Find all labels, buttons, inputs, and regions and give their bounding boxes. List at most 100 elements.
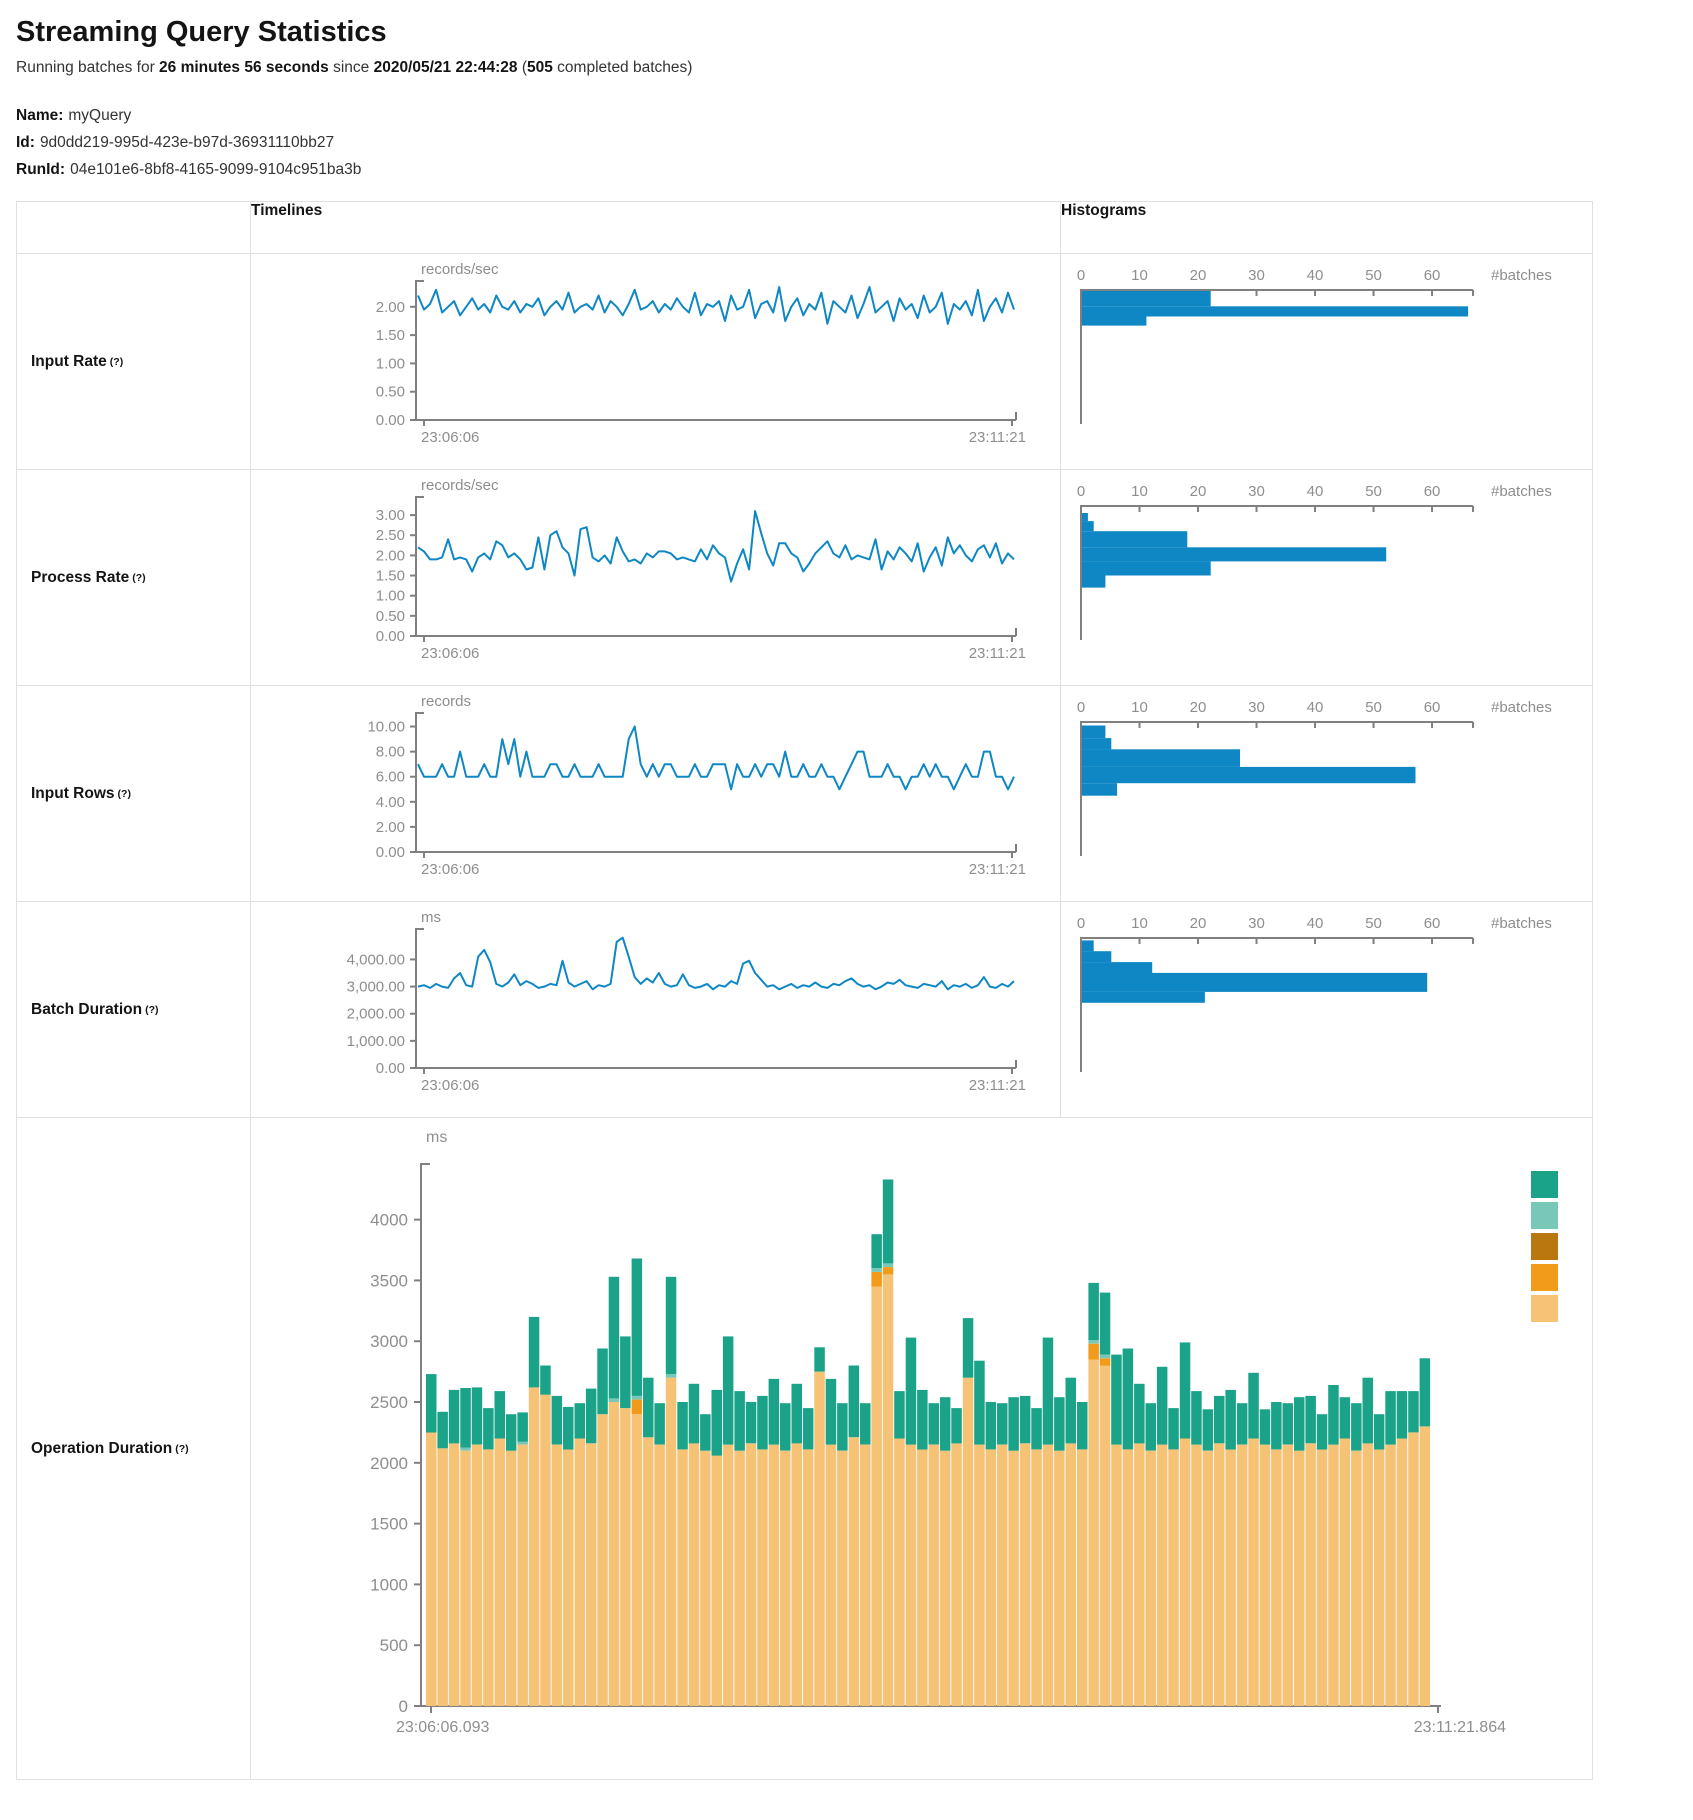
stacked-bar-segment bbox=[894, 1439, 905, 1707]
process-rate-histogram-cell: 0102030405060#batches bbox=[1061, 470, 1593, 686]
stacked-bar-segment bbox=[929, 1403, 940, 1444]
stacked-bar-segment bbox=[780, 1451, 791, 1706]
stacked-bar-segment bbox=[860, 1403, 871, 1444]
histogram-bar bbox=[1082, 726, 1105, 739]
stacked-bar-segment bbox=[1385, 1391, 1396, 1445]
stacked-bar-segment bbox=[1305, 1396, 1316, 1443]
stacked-bar-segment bbox=[609, 1277, 620, 1399]
stacked-bar-segment bbox=[575, 1403, 586, 1438]
stacked-bar-segment bbox=[632, 1414, 643, 1706]
stacked-bar-segment bbox=[1237, 1445, 1248, 1706]
histogram-bar bbox=[1082, 531, 1187, 547]
stacked-bar-segment bbox=[837, 1451, 848, 1706]
stacked-bar-segment bbox=[1054, 1397, 1065, 1451]
histogram-bar bbox=[1082, 547, 1386, 561]
query-runid-line: RunId:04e101e6-8bf8-4165-9099-9104c951ba… bbox=[16, 161, 1693, 179]
stacked-bar-segment bbox=[1146, 1403, 1157, 1450]
query-id-line: Id:9d0dd219-995d-423e-b97d-36931110bb27 bbox=[16, 134, 1693, 152]
histogram-bar bbox=[1082, 951, 1111, 962]
process-rate-histogram-chart: 0102030405060#batches bbox=[1061, 470, 1593, 685]
stacked-bar-segment bbox=[826, 1445, 837, 1706]
y-tick-label: 2.00 bbox=[376, 547, 405, 564]
stacked-bar-segment bbox=[1020, 1443, 1031, 1706]
stacked-bar-segment bbox=[1008, 1397, 1019, 1451]
help-icon[interactable]: (?) bbox=[175, 1443, 188, 1455]
x-tick-label: 0 bbox=[1077, 699, 1085, 716]
metric-label-text: Operation Duration bbox=[31, 1440, 172, 1458]
stacked-bar-segment bbox=[849, 1437, 860, 1706]
y-tick-label: 0.00 bbox=[376, 628, 405, 645]
help-icon[interactable]: (?) bbox=[118, 788, 131, 800]
stacked-bar-segment bbox=[666, 1374, 677, 1378]
stacked-bar-segment bbox=[871, 1234, 882, 1268]
stacked-bar-segment bbox=[1374, 1449, 1385, 1706]
stacked-bar-segment bbox=[746, 1402, 757, 1443]
stacked-bar-segment bbox=[1385, 1445, 1396, 1706]
stacked-bar-segment bbox=[1134, 1384, 1145, 1444]
metric-label-text: Batch Duration bbox=[31, 1001, 142, 1019]
unit-label: ms bbox=[421, 909, 441, 926]
stacked-bar-segment bbox=[1088, 1360, 1099, 1707]
stacked-bar-segment bbox=[1340, 1397, 1351, 1438]
stacked-bar-segment bbox=[620, 1336, 631, 1408]
stacked-bar-segment bbox=[1168, 1408, 1179, 1449]
help-icon[interactable]: (?) bbox=[132, 572, 145, 584]
y-axis: 2.001.501.000.500.00 bbox=[376, 280, 424, 429]
stacked-bar-segment bbox=[1100, 1293, 1111, 1355]
stacked-bar-segment bbox=[506, 1451, 517, 1706]
stacked-bar-segment bbox=[1225, 1390, 1236, 1450]
stacked-bar-segment bbox=[1157, 1367, 1168, 1445]
stacked-bar-segment bbox=[780, 1403, 791, 1450]
input-rows-timeline-cell: records10.008.006.004.002.000.0023:06:06… bbox=[251, 686, 1061, 902]
stacked-bar-segment bbox=[677, 1449, 688, 1706]
stacked-bar-segment bbox=[1203, 1409, 1214, 1450]
name-label: Name: bbox=[16, 107, 63, 124]
y-axis: 3.002.502.001.501.000.500.00 bbox=[376, 496, 424, 645]
stacked-bar-segment bbox=[1100, 1358, 1111, 1365]
stacked-bar-segment bbox=[1351, 1451, 1362, 1706]
timeline-line bbox=[418, 938, 1014, 990]
stacked-bar-segment bbox=[1066, 1378, 1077, 1444]
stacked-bar-segment bbox=[734, 1451, 745, 1706]
stacked-bar-segment bbox=[723, 1336, 734, 1444]
y-tick-label: 500 bbox=[380, 1636, 408, 1655]
stacked-bar-segment bbox=[712, 1390, 723, 1456]
x-end-label: 23:11:21 bbox=[969, 861, 1026, 878]
stacked-bar-segment bbox=[814, 1372, 825, 1706]
x-end-label: 23:11:21 bbox=[969, 429, 1026, 446]
stacked-bar-segment bbox=[792, 1443, 803, 1706]
help-icon[interactable]: (?) bbox=[110, 356, 123, 368]
batches-axis-label: #batches bbox=[1491, 915, 1552, 932]
y-tick-label: 0.00 bbox=[376, 1060, 405, 1077]
page-title: Streaming Query Statistics bbox=[16, 16, 1693, 49]
x-tick-label: 60 bbox=[1424, 699, 1441, 716]
stacked-bar-segment bbox=[1260, 1409, 1271, 1444]
y-tick-label: 0.00 bbox=[376, 844, 405, 861]
stacked-bar-segment bbox=[1283, 1403, 1294, 1444]
x-axis bbox=[416, 628, 1016, 642]
x-tick-label: 30 bbox=[1248, 699, 1265, 716]
stacked-bar-segment bbox=[974, 1445, 985, 1706]
summary-since: since bbox=[329, 59, 374, 76]
stacked-bar-segment bbox=[495, 1439, 506, 1707]
stacked-bar-segment bbox=[1180, 1342, 1191, 1438]
stacked-bar-segment bbox=[1123, 1449, 1134, 1706]
y-tick-label: 0 bbox=[399, 1697, 408, 1716]
stacked-bar-segment bbox=[1191, 1391, 1202, 1445]
stacked-bar-segment bbox=[1420, 1358, 1431, 1426]
metric-label: Input Rows(?) bbox=[17, 686, 250, 901]
stacked-bar-segment bbox=[506, 1414, 517, 1451]
stacked-bar-segment bbox=[1100, 1366, 1111, 1707]
metric-label-cell-process-rate: Process Rate(?) bbox=[17, 470, 251, 686]
help-icon[interactable]: (?) bbox=[145, 1004, 158, 1016]
y-tick-label: 1,000.00 bbox=[347, 1033, 405, 1050]
x-tick-label: 20 bbox=[1190, 699, 1207, 716]
stacked-bar-segment bbox=[495, 1391, 506, 1438]
x-tick-label: 40 bbox=[1307, 699, 1324, 716]
stacked-bar-segment bbox=[620, 1408, 631, 1706]
x-start-label: 23:06:06 bbox=[421, 861, 479, 878]
stacked-bar-segment bbox=[609, 1402, 620, 1706]
unit-label: records/sec bbox=[421, 477, 499, 494]
running-duration: 26 minutes 56 seconds bbox=[159, 59, 329, 76]
stacked-bar-segment bbox=[883, 1267, 894, 1274]
